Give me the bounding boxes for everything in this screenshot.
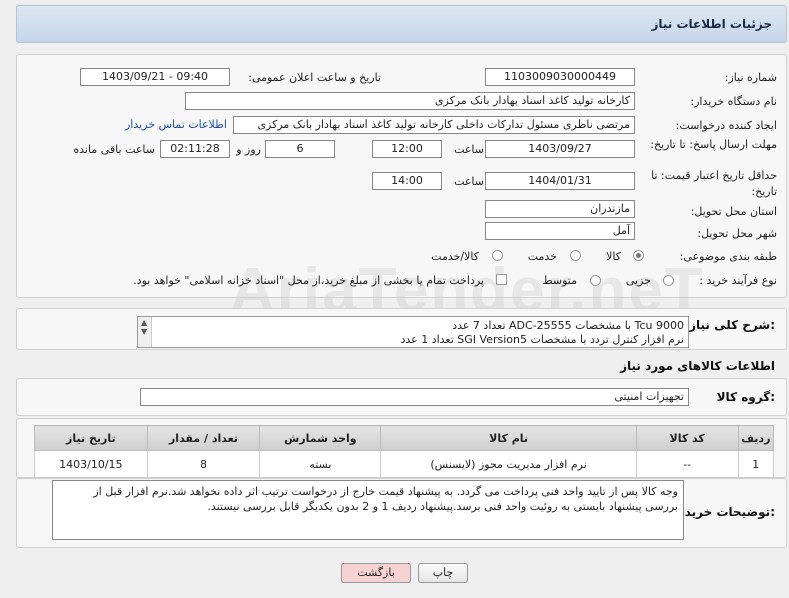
category-label: طبقه بندی موضوعی: (679, 250, 777, 263)
process-option-minor: جزیی (625, 274, 651, 287)
need-number-field[interactable]: 1103009030000449 (485, 68, 635, 86)
description-line-1: Tcu 9000 با مشخصات ADC-25555 تعداد 7 عدد (452, 319, 684, 332)
price-validity-label: حداقل تاریخ اعتبار قیمت: تا تاریخ: (651, 169, 777, 198)
validity-hour-label: ساعت (454, 175, 484, 188)
days-field[interactable]: 6 (265, 140, 335, 158)
scroll-up-icon[interactable]: ▲ (141, 318, 147, 327)
reply-hour-label: ساعت (454, 143, 484, 156)
buyer-notes-field[interactable]: وجه کالا پس از تایید واحد فنی پرداخت می … (52, 480, 684, 540)
payment-checkbox-label: پرداخت تمام یا بخشی از مبلغ خرید،از محل … (133, 274, 484, 287)
description-textarea[interactable]: Tcu 9000 با مشخصات ADC-25555 تعداد 7 عدد… (137, 316, 689, 348)
print-button[interactable]: چاپ (418, 563, 468, 583)
announce-datetime-field[interactable]: 1403/09/21 - 09:40 (80, 68, 230, 86)
province-label: استان محل تحویل: (690, 205, 777, 218)
process-option-medium: متوسط (542, 274, 577, 287)
requester-label: ایجاد کننده درخواست: (675, 119, 777, 132)
category-option-goods-service: کالا/خدمت (431, 250, 479, 263)
buyer-org-label: نام دستگاه خریدار: (690, 95, 777, 108)
goods-table: ردیف کد کالا نام کالا واحد شمارش تعداد /… (34, 425, 775, 478)
category-radio-goods-service[interactable] (492, 250, 503, 261)
process-radio-medium[interactable] (590, 275, 601, 286)
payment-checkbox[interactable] (496, 274, 507, 285)
category-radio-goods[interactable] (633, 250, 644, 261)
reply-date-field[interactable]: 1403/09/27 (485, 140, 635, 158)
col-header-goods-name: نام کالا (380, 425, 637, 451)
process-label: نوع فرآیند خرید : (699, 274, 777, 287)
scroll-down-icon[interactable]: ▼ (141, 327, 147, 336)
col-header-unit: واحد شمارش (259, 425, 382, 451)
announce-datetime-label: تاریخ و ساعت اعلان عمومی: (248, 71, 381, 84)
remaining-label: ساعت باقی مانده (73, 143, 155, 156)
description-line-2: نرم افزار کنترل تردد با مشخصات SGI Versi… (400, 333, 684, 346)
back-button[interactable]: بازگشت (341, 563, 411, 583)
goods-group-field[interactable]: تجهیزات امنیتی (140, 388, 689, 406)
cell-quantity: 8 (146, 450, 261, 478)
validity-date-field[interactable]: 1404/01/31 (485, 172, 635, 190)
cell-goods-name: نرم افزار مدیریت مجوز (لایسنس) (380, 450, 637, 478)
province-field[interactable]: مازندران (485, 200, 635, 218)
col-header-goods-code: کد کالا (635, 425, 739, 451)
reply-deadline-label: مهلت ارسال پاسخ: تا تاریخ: (650, 138, 777, 151)
process-radio-minor[interactable] (663, 275, 674, 286)
description-label: شرح کلی نیاز: (689, 318, 775, 332)
page-header: جزئیات اطلاعات نیاز (16, 5, 787, 43)
goods-info-title: اطلاعات کالاهای مورد نیاز (620, 359, 775, 373)
table-header-row: ردیف کد کالا نام کالا واحد شمارش تعداد /… (34, 425, 775, 451)
col-header-need-date: تاریخ نیاز (34, 425, 148, 451)
category-radio-service[interactable] (570, 250, 581, 261)
col-header-row-number: ردیف (737, 425, 775, 451)
goods-group-label: گروه کالا: (716, 390, 775, 404)
reply-time-field[interactable]: 12:00 (372, 140, 442, 158)
page-title: جزئیات اطلاعات نیاز (651, 17, 772, 31)
description-scrollbar[interactable]: ▲ ▼ (138, 317, 152, 347)
cell-row-number: 1 (737, 450, 775, 478)
buyer-notes-label: توضیحات خریدار: (673, 505, 775, 519)
cell-goods-code: -- (635, 450, 739, 478)
need-number-label: شماره نیاز: (724, 71, 777, 84)
col-header-quantity: تعداد / مقدار (146, 425, 261, 451)
buyer-org-field[interactable]: کارخانه تولید کاغذ اسناد بهادار بانک مرک… (185, 92, 635, 110)
city-label: شهر محل تحویل: (697, 227, 777, 240)
category-option-service: خدمت (527, 250, 557, 263)
cell-unit: بسته (259, 450, 382, 478)
cell-need-date: 1403/10/15 (34, 450, 148, 478)
table-row[interactable]: 1 -- نرم افزار مدیریت مجوز (لایسنس) بسته… (34, 450, 775, 478)
category-option-goods: کالا (606, 250, 621, 263)
day-and-label: روز و (236, 143, 261, 156)
requester-field[interactable]: مرتضی ناظری مسئول تدارکات داخلی کارخانه … (233, 116, 635, 134)
city-field[interactable]: آمل (485, 222, 635, 240)
contact-buyer-link[interactable]: اطلاعات تماس خریدار (125, 118, 227, 131)
remaining-time-field[interactable]: 02:11:28 (160, 140, 230, 158)
validity-time-field[interactable]: 14:00 (372, 172, 442, 190)
